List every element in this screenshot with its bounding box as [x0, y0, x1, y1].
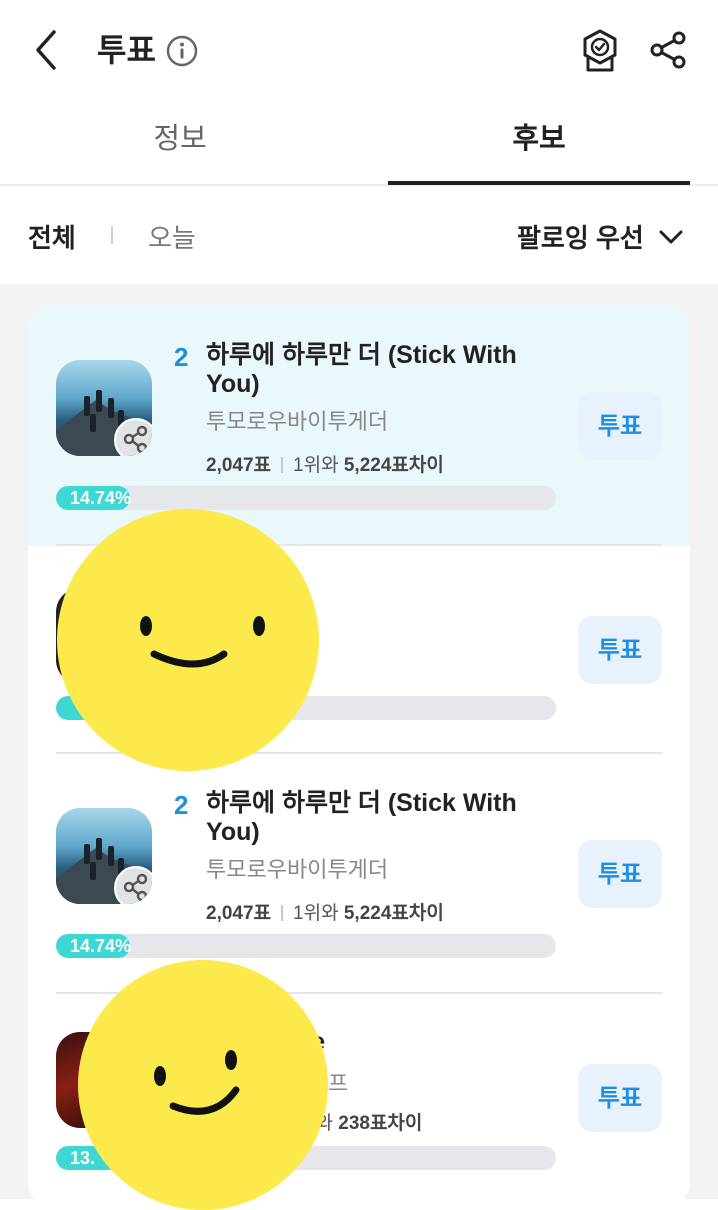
active-tab-indicator [388, 181, 690, 185]
tab-bar: 정보 후보 [0, 100, 718, 186]
vote-button[interactable]: 투표 [578, 840, 662, 908]
smiley-sticker-icon [57, 509, 319, 771]
share-icon[interactable] [114, 418, 152, 456]
info-icon[interactable] [166, 35, 198, 67]
page-title: 투표 [97, 32, 156, 68]
gap-rank: 1위와 [293, 903, 344, 924]
artist-name: 투모로우바이투게더 [206, 857, 389, 882]
vote-percent: 14.74% [70, 936, 132, 956]
vote-progress-bar: 14.74% [56, 486, 556, 510]
back-button[interactable] [28, 28, 68, 72]
smiley-sticker-icon [78, 960, 328, 1210]
chevron-down-icon[interactable] [656, 222, 686, 252]
vote-count: 2,047표 [206, 455, 272, 476]
album-art [56, 808, 152, 904]
vote-stats: 2,047표 1위와 5,224표차이 [206, 898, 444, 925]
filter-divider [111, 226, 113, 244]
stats-divider [281, 457, 284, 473]
share-icon[interactable] [114, 866, 152, 904]
top-app-bar: 투표 [0, 0, 718, 100]
vote-percent: 14.74% [70, 488, 132, 508]
vote-count: 2,047표 [206, 903, 272, 924]
gap-votes: 5,224표차이 [343, 455, 444, 476]
song-title: 하루에 하루만 더 (Stick With You) [206, 341, 517, 398]
album-art [56, 360, 152, 456]
filter-all[interactable]: 전체 [28, 218, 76, 255]
vote-progress-bar: 14.74% [56, 934, 556, 958]
vote-button[interactable]: 투표 [578, 392, 662, 460]
rank-number: 2 [174, 342, 189, 372]
rank-number: 2 [174, 790, 189, 820]
badge-icon[interactable] [580, 28, 620, 74]
stats-divider [281, 905, 284, 921]
vote-stats: 2,047표 1위와 5,224표차이 [206, 450, 444, 477]
song-title: 하루에 하루만 더 (Stick With You) [206, 789, 517, 846]
vote-button[interactable]: 투표 [578, 1064, 662, 1132]
artist-name: 투모로우바이투게더 [206, 409, 389, 434]
sort-dropdown[interactable]: 팔로잉 우선 [517, 218, 644, 255]
chevron-left-icon [36, 30, 56, 70]
tab-info[interactable]: 정보 [15, 100, 345, 184]
filter-today[interactable]: 오늘 [148, 218, 196, 255]
gap-votes: 5,224표차이 [343, 903, 444, 924]
gap-rank: 1위와 [293, 455, 344, 476]
song-title: he [296, 1028, 666, 1057]
vote-button[interactable]: 투표 [578, 616, 662, 684]
share-icon[interactable] [648, 30, 688, 70]
filter-bar: 전체 오늘 팔로잉 우선 [0, 186, 718, 284]
tab-candidates[interactable]: 후보 [388, 100, 690, 184]
candidate-item[interactable]: 2 하루에 하루만 더 (Stick With You) 투모로우바이투게더 2… [28, 754, 690, 992]
gap-votes: 238표차이 [338, 1113, 423, 1134]
artist-name: 프 [328, 1071, 349, 1096]
